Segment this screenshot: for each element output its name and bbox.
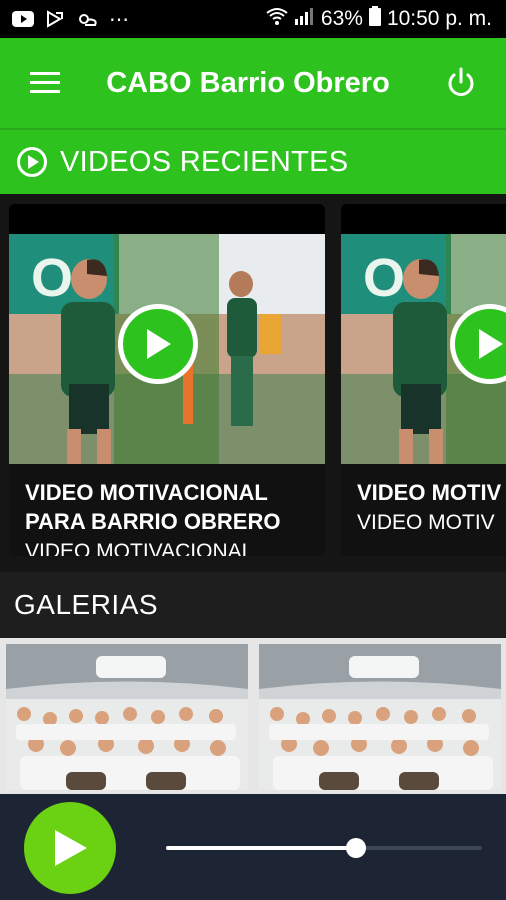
power-icon: [448, 67, 474, 96]
clock: 10:50 p. m.: [386, 7, 492, 30]
app-bar: CABO Barrio Obrero: [0, 38, 506, 128]
recent-videos-label: VIDEOS RECIENTES: [60, 145, 349, 178]
seek-handle[interactable]: [345, 838, 366, 858]
video-card[interactable]: O VIDEO MOTIVACIONAL PARA BARRIO OBRERO …: [9, 204, 325, 556]
player-play-button[interactable]: [24, 802, 116, 894]
battery-level: 63%: [320, 7, 363, 30]
more-icon: ⋯: [109, 8, 129, 31]
hamburger-icon: [30, 72, 60, 93]
battery-icon: [368, 6, 381, 32]
video-subtitle: VIDEO MOTIVACIONAL: [25, 540, 254, 556]
video-card[interactable]: O VIDEO MOTIV VIDEO MOTIV: [341, 204, 506, 556]
galleries-header: GALERIAS: [0, 572, 506, 638]
svg-text:O: O: [31, 248, 73, 308]
app-title: CABO Barrio Obrero: [106, 66, 390, 99]
gallery-thumbnail[interactable]: [259, 644, 501, 790]
play-circle-icon: [17, 147, 47, 177]
status-bar: ⋯ 63% 10:50 p. m.: [0, 0, 506, 38]
video-title: VIDEO MOTIV: [357, 480, 502, 505]
signal-icon: [294, 7, 315, 31]
gallery-strip[interactable]: [0, 638, 506, 794]
video-caption: VIDEO MOTIVACIONAL PARA BARRIO OBRERO VI…: [9, 464, 325, 556]
video-caption: VIDEO MOTIV VIDEO MOTIV: [341, 464, 506, 556]
galleries-label: GALERIAS: [14, 589, 159, 620]
weather-icon: [76, 10, 98, 28]
video-carousel[interactable]: O VIDEO MOTIVACIONAL PARA BARRIO OBRERO …: [0, 194, 506, 572]
power-button[interactable]: [416, 38, 506, 128]
video-subtitle: VIDEO MOTIV: [357, 511, 495, 534]
audio-player: [0, 794, 506, 900]
play-icon: [479, 329, 503, 359]
video-title: VIDEO MOTIVACIONAL PARA BARRIO OBRERO: [25, 480, 281, 534]
play-button[interactable]: [118, 304, 198, 384]
youtube-icon: [12, 10, 34, 28]
play-icon: [55, 830, 87, 866]
seek-bar[interactable]: [166, 838, 482, 858]
seek-progress: [166, 846, 356, 850]
play-icon: [147, 329, 171, 359]
media-icon: [44, 10, 66, 28]
gallery-thumbnail[interactable]: [6, 644, 248, 790]
menu-button[interactable]: [0, 38, 90, 128]
recent-videos-header: VIDEOS RECIENTES: [0, 128, 506, 194]
wifi-icon: [265, 6, 289, 32]
svg-text:O: O: [363, 248, 405, 308]
